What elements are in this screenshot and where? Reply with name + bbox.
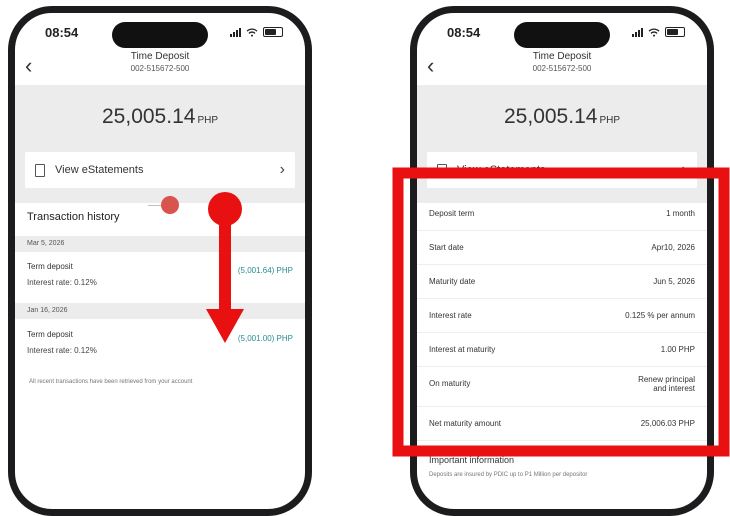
detail-value-multiline: Renew principal and interest bbox=[638, 375, 695, 393]
status-time: 08:54 bbox=[45, 24, 79, 40]
page-title: Time Deposit bbox=[532, 51, 592, 62]
detail-label: On maturity bbox=[429, 379, 471, 388]
detail-value-line2: and interest bbox=[653, 384, 695, 393]
status-time: 08:54 bbox=[447, 24, 481, 40]
nav-header: ‹ Time Deposit 002-515672-500 bbox=[15, 49, 305, 85]
transaction-row[interactable]: Term deposit Interest rate: 0.12% (5,001… bbox=[15, 262, 305, 296]
detail-label: Interest at maturity bbox=[429, 345, 496, 354]
view-estatements-button[interactable]: View eStatements › bbox=[427, 152, 697, 188]
nav-header: ‹ Time Deposit 002-515672-500 bbox=[417, 49, 707, 85]
balance-panel: 25,005.14 PHP View eStatements › bbox=[15, 85, 305, 203]
detail-value-line1: Renew principal bbox=[638, 375, 695, 384]
detail-row-maturity-date: Maturity date Jun 5, 2026 bbox=[417, 265, 707, 299]
status-icons bbox=[230, 27, 283, 37]
important-info-body: Deposits are insured by PDIC up to P1 Mi… bbox=[429, 472, 588, 478]
battery-icon bbox=[263, 27, 283, 37]
status-bar: 08:54 bbox=[15, 23, 305, 41]
balance-amount: 25,005.14 PHP bbox=[417, 105, 707, 129]
transaction-amount: (5,001.64) PHP bbox=[237, 266, 293, 275]
detail-value: 0.125 % per annum bbox=[625, 311, 695, 320]
document-icon bbox=[35, 163, 45, 177]
detail-value: 25,006.03 PHP bbox=[640, 419, 695, 428]
balance-panel: 25,005.14 PHP View eStatements › bbox=[417, 85, 707, 203]
transaction-history-title: Transaction history bbox=[27, 211, 120, 223]
account-number: 002-515672-500 bbox=[130, 64, 190, 73]
detail-row-interest-at-maturity: Interest at maturity 1.00 PHP bbox=[417, 333, 707, 367]
detail-row-interest-rate: Interest rate 0.125 % per annum bbox=[417, 299, 707, 333]
balance-value: 25,005.14 bbox=[102, 105, 196, 128]
view-estatements-button[interactable]: View eStatements › bbox=[25, 152, 295, 188]
phone-screen-transactions: 08:54 ‹ Time Deposit 002-515672-500 25,0… bbox=[8, 6, 312, 516]
account-number: 002-515672-500 bbox=[532, 64, 592, 73]
battery-icon bbox=[665, 27, 685, 37]
phone-screen-details: 08:54 ‹ Time Deposit 002-515672-500 25,0… bbox=[410, 6, 714, 516]
transaction-amount: (5,001.00) PHP bbox=[237, 334, 293, 343]
signal-icon bbox=[230, 27, 241, 37]
chevron-right-icon: › bbox=[681, 161, 687, 178]
detail-label: Start date bbox=[429, 243, 464, 252]
estatements-label: View eStatements bbox=[457, 164, 546, 176]
detail-row-net-maturity-amount: Net maturity amount 25,006.03 PHP bbox=[417, 407, 707, 441]
transaction-rate: Interest rate: 0.12% bbox=[27, 346, 97, 355]
status-icons bbox=[632, 27, 685, 37]
detail-row-start-date: Start date Apr10, 2026 bbox=[417, 231, 707, 265]
transaction-name: Term deposit bbox=[27, 330, 73, 339]
detail-value: Apr10, 2026 bbox=[651, 243, 695, 252]
estatements-label: View eStatements bbox=[55, 164, 144, 176]
chevron-right-icon: › bbox=[279, 161, 285, 178]
transaction-name: Term deposit bbox=[27, 262, 73, 271]
transaction-row[interactable]: Term deposit Interest rate: 0.12% (5,001… bbox=[15, 330, 305, 364]
swipe-hint-dot bbox=[161, 196, 179, 214]
balance-currency: PHP bbox=[197, 115, 218, 126]
detail-value: 1.00 PHP bbox=[660, 345, 695, 354]
wifi-icon bbox=[648, 27, 660, 37]
signal-icon bbox=[632, 27, 643, 37]
detail-row-on-maturity: On maturity Renew principal and interest bbox=[417, 367, 707, 407]
status-bar: 08:54 bbox=[417, 23, 707, 41]
detail-label: Net maturity amount bbox=[429, 419, 502, 428]
transactions-footnote: All recent transactions have been retrie… bbox=[29, 379, 193, 385]
detail-label: Interest rate bbox=[429, 311, 472, 320]
swipe-hint-line bbox=[148, 205, 162, 206]
important-info-title: Important information bbox=[429, 455, 515, 465]
transaction-date-header: Jan 16, 2026 bbox=[15, 303, 305, 319]
balance-value: 25,005.14 bbox=[504, 105, 598, 128]
page-title: Time Deposit bbox=[130, 51, 190, 62]
balance-currency: PHP bbox=[599, 115, 620, 126]
detail-row-deposit-term: Deposit term 1 month bbox=[417, 197, 707, 231]
balance-amount: 25,005.14 PHP bbox=[15, 105, 305, 129]
detail-value: Jun 5, 2026 bbox=[653, 277, 695, 286]
wifi-icon bbox=[246, 27, 258, 37]
detail-label: Deposit term bbox=[429, 209, 475, 218]
detail-label: Maturity date bbox=[429, 277, 476, 286]
detail-value: 1 month bbox=[666, 209, 695, 218]
transaction-rate: Interest rate: 0.12% bbox=[27, 278, 97, 287]
document-icon bbox=[437, 163, 447, 177]
transaction-date-header: Mar 5, 2026 bbox=[15, 236, 305, 252]
